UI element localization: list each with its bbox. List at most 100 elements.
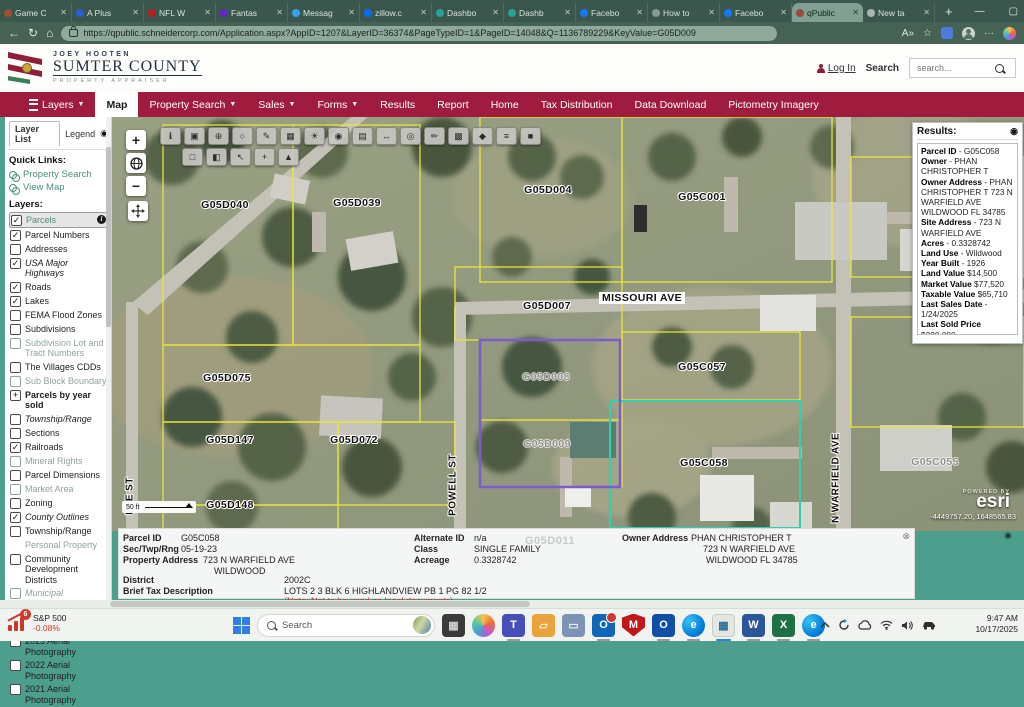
folder-icon[interactable]: ▱	[532, 614, 555, 637]
layer-item[interactable]: FEMA Flood Zones	[9, 308, 108, 322]
search-icon[interactable]	[995, 64, 1004, 73]
nav-item-pictometry-imagery[interactable]: Pictometry Imagery	[717, 92, 829, 117]
layer-item[interactable]: Mineral Rights	[9, 454, 108, 468]
magnifier-icon[interactable]: ◎	[400, 127, 421, 145]
tab-close-icon[interactable]: ✕	[564, 8, 571, 17]
markup-pen-icon[interactable]: ✏	[424, 127, 445, 145]
browser-tab[interactable]: Facebo✕	[720, 3, 792, 22]
wifi-icon[interactable]	[880, 620, 893, 630]
address-bar[interactable]: https://qpublic.schneidercorp.com/Applic…	[61, 26, 777, 41]
tab-close-icon[interactable]: ✕	[923, 8, 930, 17]
teams-icon[interactable]: T	[502, 614, 525, 637]
vehicle-icon[interactable]	[921, 620, 936, 630]
layer-checkbox[interactable]	[10, 324, 21, 335]
layer-checkbox[interactable]	[10, 362, 21, 373]
horizontal-scrollbar[interactable]	[0, 600, 1024, 608]
layer-item[interactable]: Subdivision Lot and Tract Numbers	[9, 336, 108, 360]
nav-item-tax-distribution[interactable]: Tax Distribution	[530, 92, 624, 117]
tab-close-icon[interactable]: ✕	[492, 8, 499, 17]
layer-checkbox[interactable]	[10, 588, 21, 599]
taskbar-search[interactable]: Search	[257, 614, 435, 637]
layer-checkbox[interactable]	[10, 660, 21, 671]
browser-tab[interactable]: Fantas✕	[216, 3, 288, 22]
layer-item[interactable]: ✓Railroads	[9, 440, 108, 454]
copilot-icon[interactable]	[472, 614, 495, 637]
layer-checkbox[interactable]	[10, 244, 21, 255]
window-maximize-button[interactable]: ▢	[997, 4, 1024, 19]
layer-item[interactable]: ✓County Outlines	[9, 510, 108, 524]
select-box-icon[interactable]: □	[182, 148, 203, 166]
outlook-mail-icon[interactable]: O	[592, 614, 615, 637]
layer-item[interactable]: Sub Block Boundary	[9, 374, 108, 388]
layer-item[interactable]: ✓Roads	[9, 280, 108, 294]
window-minimize-button[interactable]: —	[963, 4, 997, 19]
layer-item[interactable]: Sections	[9, 426, 108, 440]
browser-tab[interactable]: Messag✕	[288, 3, 360, 22]
back-icon[interactable]: ←	[8, 27, 20, 39]
tab-close-icon[interactable]: ✕	[60, 8, 67, 17]
tab-close-icon[interactable]: ✕	[204, 8, 211, 17]
tab-close-icon[interactable]: ✕	[636, 8, 643, 17]
layer-checkbox[interactable]	[10, 684, 21, 695]
browser-tab[interactable]: Facebo✕	[576, 3, 648, 22]
measure-icon[interactable]: ↔	[376, 127, 397, 145]
crosshair-icon[interactable]: +	[254, 148, 275, 166]
lasso-icon[interactable]: ○	[232, 127, 253, 145]
layer-item[interactable]: Community Development Districts	[9, 552, 108, 587]
start-button[interactable]	[233, 617, 250, 634]
new-tab-button[interactable]: +	[935, 4, 963, 19]
tab-close-icon[interactable]: ✕	[132, 8, 139, 17]
layer-item[interactable]: 2022 Aerial Photography	[9, 659, 108, 683]
layer-checkbox[interactable]	[10, 428, 21, 439]
browser-tab[interactable]: NFL W✕	[144, 3, 216, 22]
tab-close-icon[interactable]: ✕	[420, 8, 427, 17]
browser-tab[interactable]: Dashbo✕	[432, 3, 504, 22]
nav-item-property-search[interactable]: Property Search▼	[138, 92, 247, 117]
expand-plus-icon[interactable]: +	[10, 390, 21, 401]
pointer-icon[interactable]: ↖	[230, 148, 251, 166]
layer-checkbox[interactable]: ✓	[10, 258, 21, 269]
layer-checkbox[interactable]	[10, 526, 21, 537]
quick-link-view-map[interactable]: View Map	[9, 181, 108, 194]
draw-line-icon[interactable]: ✎	[256, 127, 277, 145]
tab-legend[interactable]: Legend	[60, 127, 100, 141]
layer-checkbox[interactable]	[10, 554, 21, 565]
log-in-link[interactable]: Log In	[817, 63, 856, 74]
grid-icon[interactable]: ▩	[448, 127, 469, 145]
layer-checkbox[interactable]	[10, 470, 21, 481]
excel-icon[interactable]: X	[772, 614, 795, 637]
taskbar-clock[interactable]: 9:47 AM 10/17/2025	[975, 613, 1018, 635]
tab-layer-list[interactable]: Layer List	[9, 121, 60, 146]
volume-icon[interactable]	[901, 620, 913, 631]
layer-checkbox[interactable]	[10, 338, 21, 349]
tab-close-icon[interactable]: ✕	[348, 8, 355, 17]
layer-item[interactable]: Subdivisions	[9, 322, 108, 336]
imagery-icon[interactable]: ▦	[280, 127, 301, 145]
menu-dots-icon[interactable]: ···	[984, 28, 994, 39]
layer-item[interactable]: ✓Lakes	[9, 294, 108, 308]
copilot-icon[interactable]	[1003, 27, 1016, 40]
select-parcel-icon[interactable]: ▣	[184, 127, 205, 145]
browser-tab[interactable]: New ta✕	[863, 3, 935, 22]
layer-item[interactable]: Addresses	[9, 242, 108, 256]
layer-checkbox[interactable]	[10, 498, 21, 509]
sync-icon[interactable]	[838, 619, 850, 631]
nav-item-report[interactable]: Report	[426, 92, 480, 117]
refresh-icon[interactable]: ↻	[28, 27, 38, 39]
layer-checkbox[interactable]	[10, 376, 21, 387]
nav-item-data-download[interactable]: Data Download	[623, 92, 717, 117]
word-icon[interactable]: W	[742, 614, 765, 637]
edge-icon[interactable]: e	[682, 614, 705, 637]
layer-item[interactable]: Zoning	[9, 496, 108, 510]
mcafee-icon[interactable]: M	[622, 614, 645, 637]
export-icon[interactable]: ▤	[352, 127, 373, 145]
header-search-box[interactable]	[909, 58, 1016, 78]
home-icon[interactable]: ⌂	[46, 27, 53, 39]
layers-tool-icon[interactable]: ◆	[472, 127, 493, 145]
extension-icon[interactable]	[941, 27, 953, 39]
browser-tab[interactable]: Dashb✕	[504, 3, 576, 22]
layer-checkbox[interactable]	[10, 310, 21, 321]
results-dock-icon[interactable]: ◉	[1010, 127, 1018, 136]
layer-item[interactable]: Township/Range	[9, 524, 108, 538]
quick-link-property-search[interactable]: Property Search	[9, 168, 108, 181]
